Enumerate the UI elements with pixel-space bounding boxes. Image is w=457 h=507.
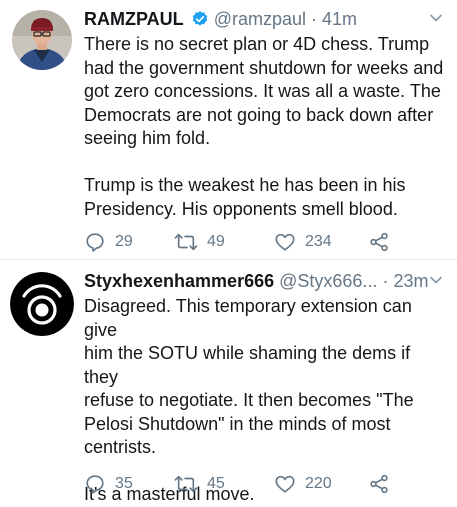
verified-badge-icon [191, 9, 209, 35]
reply-icon [86, 233, 104, 252]
retweet-button[interactable]: 49 [174, 230, 225, 254]
text-line: Democrats are not going to back down aft… [84, 104, 434, 125]
retweet-count: 49 [207, 233, 225, 250]
text-line: refuse to negotiate. It then becomes "Th… [84, 390, 414, 410]
retweet-icon [174, 475, 198, 493]
reply-icon [86, 475, 104, 494]
user-handle[interactable]: @ramzpaul [214, 9, 306, 29]
text-line: Pelosi Shutdown" in the minds of most [84, 413, 391, 434]
tweet-text: There is no secret plan or 4D chess. Tru… [84, 33, 449, 221]
avatar[interactable] [12, 10, 72, 70]
share-button[interactable] [368, 230, 399, 254]
reply-button[interactable]: 35 [84, 472, 133, 496]
tweet[interactable]: Styxhexenhammer666 @Styx666... · 23m Dis… [0, 260, 457, 504]
text-line: Presidency. His opponents smell blood. [84, 198, 398, 219]
like-button[interactable]: 220 [274, 472, 332, 496]
retweet-icon [174, 233, 198, 251]
like-count: 220 [305, 475, 332, 492]
tweet-header: RAMZPAUL @ramzpaul · 41m [84, 6, 449, 32]
share-button[interactable] [368, 472, 399, 496]
text-line: him the SOTU while shaming the dems if t… [84, 343, 411, 387]
text-line: seeing him fold. [84, 128, 211, 148]
tweet-actions: 29 49 234 [84, 230, 414, 254]
chevron-down-icon[interactable] [429, 273, 443, 287]
like-button[interactable]: 234 [274, 230, 332, 254]
tweet[interactable]: RAMZPAUL @ramzpaul · 41m There is no sec… [0, 0, 457, 259]
reply-count: 29 [115, 233, 133, 250]
reply-button[interactable]: 29 [84, 230, 133, 254]
separator-dot: · [382, 271, 389, 291]
text-line: got zero concessions. It was all a waste… [84, 81, 441, 101]
avatar[interactable] [10, 272, 74, 336]
retweet-count: 45 [207, 475, 225, 492]
user-handle[interactable]: @Styx666... [279, 271, 377, 291]
tweet-content: Styxhexenhammer666 @Styx666... · 23m Dis… [84, 268, 449, 507]
chevron-down-icon[interactable] [429, 11, 443, 25]
share-icon [370, 474, 388, 494]
separator-dot: · [311, 9, 318, 29]
text-line: There is no secret plan or 4D chess. Tru… [84, 34, 430, 54]
timestamp[interactable]: 23m [393, 271, 428, 291]
tweet-actions: 35 45 220 [84, 472, 414, 496]
share-icon [370, 232, 388, 252]
text-line: had the government shutdown for weeks an… [84, 57, 444, 78]
tweet-paragraph: Disagreed. This temporary extension can … [84, 295, 449, 460]
retweet-button[interactable]: 45 [174, 472, 225, 496]
heart-icon [275, 475, 295, 493]
heart-icon [275, 233, 295, 251]
timestamp[interactable]: 41m [322, 9, 357, 29]
display-name[interactable]: Styxhexenhammer666 [84, 271, 274, 291]
tweet-paragraph: There is no secret plan or 4D chess. Tru… [84, 33, 449, 151]
like-count: 234 [305, 233, 332, 250]
tweet-header: Styxhexenhammer666 @Styx666... · 23m [84, 268, 449, 294]
text-line: centrists. [84, 437, 157, 457]
text-line: Trump is the weakest he has been in his [84, 175, 406, 195]
text-line: Disagreed. This temporary extension can … [84, 296, 412, 340]
reply-count: 35 [115, 475, 133, 492]
tweet-paragraph: Trump is the weakest he has been in his … [84, 174, 449, 221]
display-name[interactable]: RAMZPAUL [84, 9, 184, 29]
tweet-content: RAMZPAUL @ramzpaul · 41m There is no sec… [84, 6, 449, 252]
